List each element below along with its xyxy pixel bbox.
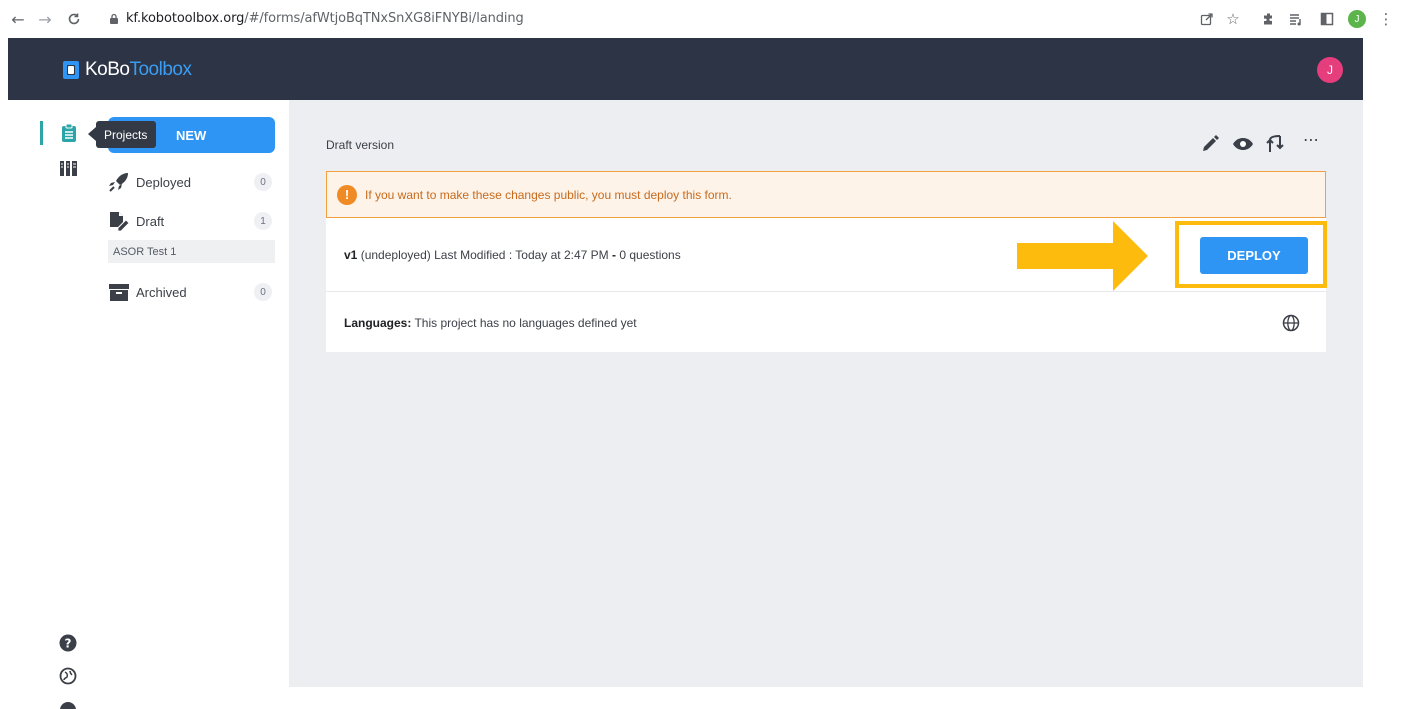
app-header: KoBoToolbox J <box>8 38 1363 100</box>
preview-eye-icon[interactable] <box>1232 133 1254 155</box>
tooltip-arrow <box>88 127 96 141</box>
deploy-button[interactable]: DEPLOY <box>1200 237 1308 274</box>
version-modified: Last Modified : Today at 2:47 PM <box>434 248 609 262</box>
user-avatar[interactable]: J <box>1317 57 1343 83</box>
extensions-icon[interactable] <box>1260 10 1278 28</box>
logout-icon[interactable] <box>58 697 78 709</box>
logo-text-kobo: KoBo <box>85 59 130 80</box>
kobotoolbox-logo[interactable]: KoBoToolbox <box>63 59 192 81</box>
version-label: v1 <box>344 248 358 262</box>
url-host: kf.kobotoolbox.org <box>126 11 245 26</box>
browser-toolbar: ← → kf.kobotoolbox.org/#/forms/afWtjoBqT… <box>0 0 1404 38</box>
address-bar[interactable]: kf.kobotoolbox.org/#/forms/afWtjoBqTNxSn… <box>126 11 524 26</box>
url-path: /#/forms/afWtjoBqTNxSnXG8iFNYBi/landing <box>244 11 524 26</box>
side-panel-icon[interactable] <box>1318 10 1336 28</box>
logo-mark-icon <box>63 61 79 79</box>
page-margin <box>1363 38 1404 709</box>
languages-row: Languages: This project has no languages… <box>344 316 637 330</box>
icon-rail <box>8 100 95 709</box>
languages-label: Languages: <box>344 316 412 330</box>
version-separator: - <box>612 248 616 262</box>
projects-icon[interactable] <box>59 123 79 143</box>
sidebar-item-draft[interactable]: Draft 1 <box>108 208 276 234</box>
share-icon[interactable] <box>1198 10 1216 28</box>
menu-dots-icon[interactable]: ⋮ <box>1377 10 1395 28</box>
rocket-icon <box>108 172 130 192</box>
sidebar-item-label: Draft <box>136 213 165 229</box>
deploy-warning-alert: ! If you want to make these changes publ… <box>326 171 1326 218</box>
forward-icon[interactable]: → <box>35 9 55 29</box>
more-options-icon[interactable]: ⋯ <box>1300 128 1322 150</box>
browser-profile-avatar[interactable]: J <box>1348 10 1366 28</box>
version-row: v1 (undeployed) Last Modified : Today at… <box>344 248 681 262</box>
languages-text: This project has no languages defined ye… <box>414 316 637 330</box>
sidebar-item-archived[interactable]: Archived 0 <box>108 279 276 305</box>
alert-message: If you want to make these changes public… <box>365 187 732 202</box>
version-status: (undeployed) <box>360 248 431 262</box>
draft-count-badge: 1 <box>254 212 272 230</box>
warning-icon: ! <box>337 184 357 205</box>
deployed-count-badge: 0 <box>254 173 272 191</box>
card-divider <box>326 291 1326 292</box>
lock-icon <box>110 13 118 24</box>
draft-icon <box>108 211 130 231</box>
archive-icon <box>108 282 130 302</box>
logo-text-toolbox: Toolbox <box>129 59 192 80</box>
edit-pencil-icon[interactable] <box>1199 133 1221 155</box>
sidebar-item-label: Archived <box>136 284 187 300</box>
globe-icon[interactable] <box>1282 314 1300 332</box>
language-icon[interactable] <box>58 666 78 686</box>
reading-list-icon[interactable] <box>1287 10 1305 28</box>
projects-tooltip: Projects <box>96 121 157 148</box>
svg-text:?: ? <box>65 637 72 651</box>
bottom-strip <box>289 687 1363 709</box>
draft-version-title: Draft version <box>326 138 395 152</box>
sidebar-item-label: Deployed <box>136 174 191 190</box>
reload-icon[interactable] <box>64 9 84 29</box>
sidebar-item-deployed[interactable]: Deployed 0 <box>108 169 276 195</box>
star-icon[interactable]: ☆ <box>1224 10 1242 28</box>
highlight-arrow-icon <box>1017 221 1148 291</box>
archived-count-badge: 0 <box>254 283 272 301</box>
help-icon[interactable]: ? <box>58 633 78 653</box>
version-questions: 0 questions <box>619 248 681 262</box>
back-icon[interactable]: ← <box>8 9 28 29</box>
library-icon[interactable] <box>59 158 79 178</box>
replace-form-icon[interactable] <box>1264 133 1286 155</box>
draft-project-item[interactable]: ASOR Test 1 <box>108 240 275 263</box>
rail-active-indicator <box>40 121 43 145</box>
